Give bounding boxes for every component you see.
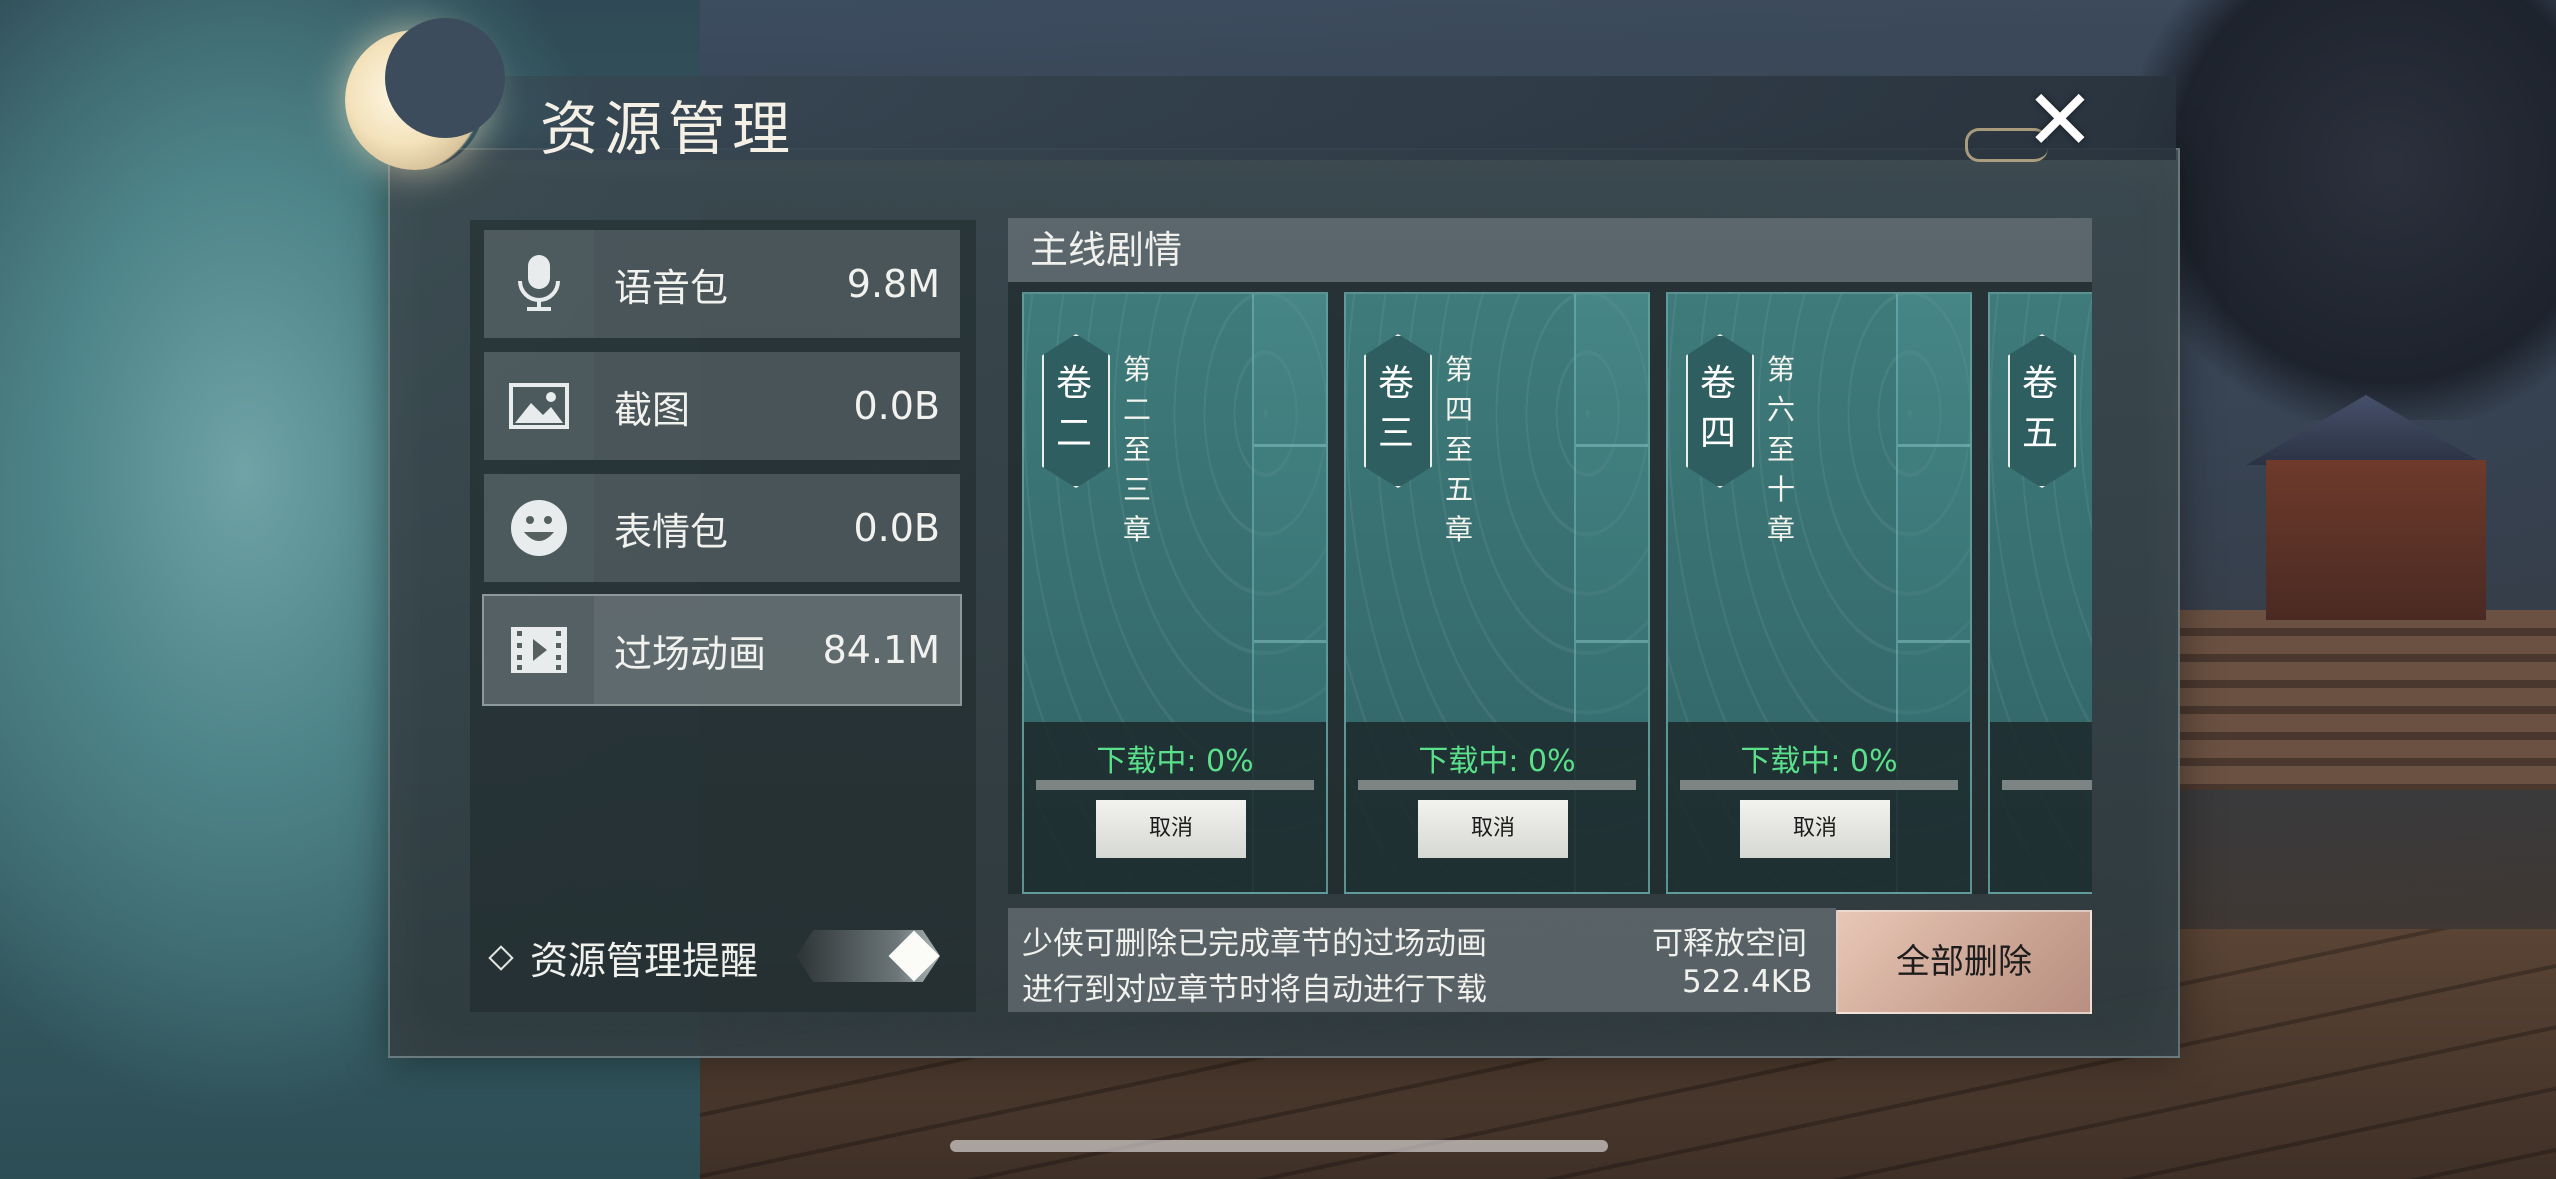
volume-label: 卷 四	[1688, 336, 1748, 482]
download-progress	[1680, 780, 1958, 790]
cancel-button[interactable]: 取消	[1096, 800, 1246, 858]
resource-label: 语音包	[614, 265, 729, 310]
volume-label: 卷 三	[1366, 336, 1426, 482]
volume-label-top: 卷	[1377, 363, 1414, 404]
background-tree	[2136, 0, 2556, 420]
resource-size: 0.0B	[853, 384, 940, 428]
volume-label-bottom: 三	[1377, 413, 1414, 454]
download-status: 下载中: 0% 取消	[1024, 722, 1326, 892]
home-indicator[interactable]	[950, 1140, 1608, 1152]
volume-label-top: 卷	[1699, 363, 1736, 404]
download-progress	[1036, 780, 1314, 790]
download-text: 下载中: 0%	[1096, 744, 1254, 779]
microphone-icon	[484, 230, 594, 338]
volume-label-bottom: 二	[1055, 413, 1092, 454]
smiley-icon	[484, 474, 594, 582]
resource-item-emoji[interactable]: 表情包 0.0B	[484, 474, 960, 582]
resource-label: 表情包	[614, 509, 729, 554]
chapter-card: 卷 三 第四至五章 下载中: 0% 取消	[1344, 292, 1650, 894]
resource-size: 0.0B	[853, 506, 940, 550]
delete-all-button[interactable]: 全部删除	[1836, 910, 2092, 1014]
chapter-range: 第二至三章	[1122, 353, 1151, 546]
image-icon	[484, 352, 594, 460]
volume-label: 卷 五	[2010, 336, 2070, 482]
download-status	[1990, 722, 2092, 892]
background-stairs	[2176, 610, 2556, 790]
download-text: 下载中: 0%	[1740, 744, 1898, 779]
close-button[interactable]: ✕	[2010, 70, 2110, 170]
chapter-range: 第四至五章	[1444, 353, 1473, 546]
volume-label-bottom: 四	[1699, 413, 1736, 454]
film-icon	[484, 596, 594, 704]
chapter-range: 第六至十章	[1766, 353, 1795, 546]
chapter-cards: 卷 二 第二至三章 下载中: 0% 取消 卷 三 第四至五章 下载中: 0% 取…	[1008, 282, 2092, 894]
chapter-card: 卷 四 第六至十章 下载中: 0% 取消	[1666, 292, 1972, 894]
resource-item-cutscene[interactable]: 过场动画 84.1M	[482, 594, 962, 706]
page-title: 资源管理	[540, 95, 797, 163]
close-icon: ✕	[2024, 71, 2096, 169]
info-line-2: 进行到对应章节时将自动进行下载	[1022, 972, 1487, 1008]
resource-item-voice[interactable]: 语音包 9.8M	[484, 230, 960, 338]
resource-size: 9.8M	[846, 262, 940, 306]
chapter-card: 卷 五	[1988, 292, 2092, 894]
download-progress	[2002, 780, 2092, 790]
download-status: 下载中: 0% 取消	[1668, 722, 1970, 892]
download-text: 下载中: 0%	[1418, 744, 1576, 779]
background-pagoda	[2266, 460, 2486, 620]
volume-label: 卷 二	[1044, 336, 1104, 482]
resource-label: 过场动画	[614, 631, 767, 676]
reminder-label: 资源管理提醒	[530, 939, 759, 983]
reminder-setting: 资源管理提醒	[488, 930, 759, 985]
download-progress	[1358, 780, 1636, 790]
moon-shadow	[385, 18, 505, 138]
volume-label-top: 卷	[1055, 363, 1092, 404]
info-line-1: 少侠可删除已完成章节的过场动画	[1022, 926, 1487, 962]
resource-item-screenshot[interactable]: 截图 0.0B	[484, 352, 960, 460]
section-title: 主线剧情	[1008, 218, 2092, 282]
download-status: 下载中: 0% 取消	[1346, 722, 1648, 892]
diamond-icon	[488, 944, 514, 971]
cancel-button[interactable]: 取消	[1740, 800, 1890, 858]
resource-label: 截图	[614, 387, 691, 432]
free-space-value: 522.4KB	[1682, 964, 1813, 1000]
volume-label-bottom: 五	[2021, 413, 2058, 454]
volume-label-top: 卷	[2021, 363, 2058, 404]
cancel-button[interactable]: 取消	[1418, 800, 1568, 858]
chapter-card: 卷 二 第二至三章 下载中: 0% 取消	[1022, 292, 1328, 894]
free-space-label: 可释放空间	[1652, 926, 1807, 962]
resource-size: 84.1M	[822, 628, 940, 672]
